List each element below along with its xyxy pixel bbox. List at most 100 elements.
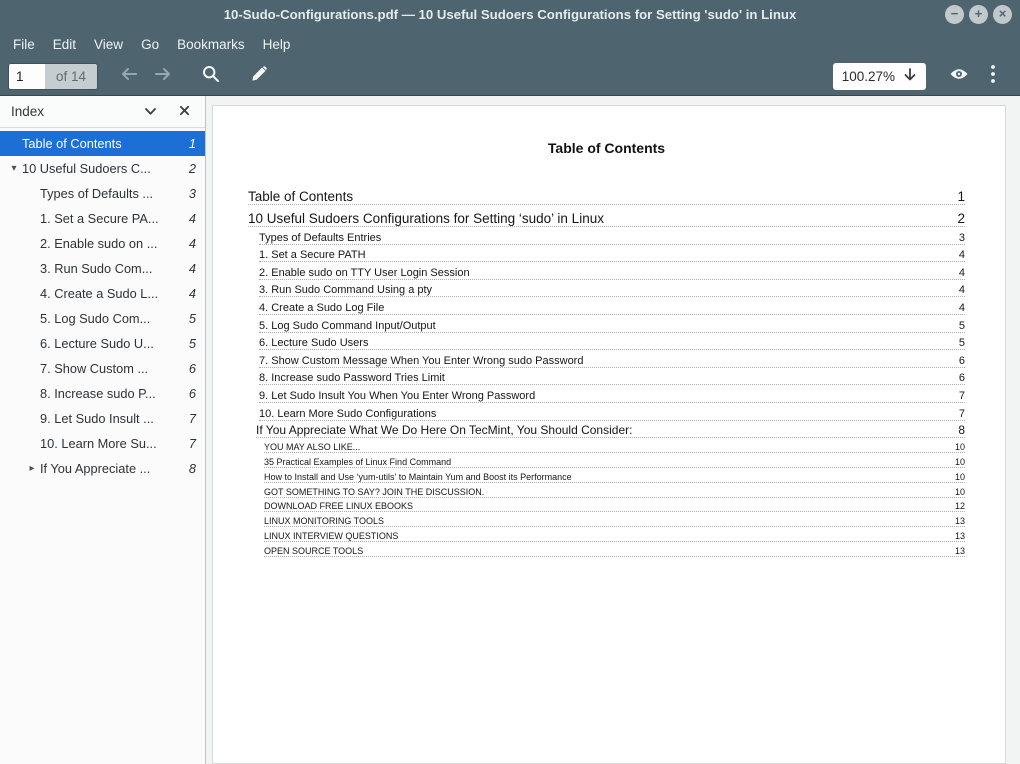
index-item-label: 5. Log Sudo Com... xyxy=(40,311,185,326)
toc-entry[interactable]: If You Appreciate What We Do Here On Tec… xyxy=(256,421,965,439)
toc-entry-title: 10 Useful Sudoers Configurations for Set… xyxy=(248,211,949,226)
previous-page-icon xyxy=(119,66,139,87)
toc-entry[interactable]: 6. Lecture Sudo Users5 xyxy=(259,333,965,351)
menu-edit[interactable]: Edit xyxy=(44,33,85,56)
toc-entry[interactable]: 3. Run Sudo Command Using a pty4 xyxy=(259,280,965,298)
toc-entry[interactable]: OPEN SOURCE TOOLS13 xyxy=(264,542,965,557)
toc-entry[interactable]: DOWNLOAD FREE LINUX EBOOKS12 xyxy=(264,498,965,513)
toc-entry-title: DOWNLOAD FREE LINUX EBOOKS xyxy=(264,501,947,511)
index-item-label: If You Appreciate ... xyxy=(40,461,185,476)
toc-entry[interactable]: 10. Learn More Sudo Configurations7 xyxy=(259,403,965,421)
toc-entry[interactable]: 2. Enable sudo on TTY User Login Session… xyxy=(259,262,965,280)
page-selector: of 14 xyxy=(8,63,98,90)
collapsed-icon[interactable]: ▸ xyxy=(24,463,40,474)
toc-entry[interactable]: 35 Practical Examples of Linux Find Comm… xyxy=(264,453,965,468)
toc-entry[interactable]: 9. Let Sudo Insult You When You Enter Wr… xyxy=(259,385,965,403)
index-item-label: 3. Run Sudo Com... xyxy=(40,261,185,276)
index-tree-item[interactable]: 4. Create a Sudo L...4 xyxy=(0,281,205,306)
toc-entry-page: 3 xyxy=(951,232,965,244)
annotate-button[interactable] xyxy=(242,62,276,92)
toc-entry-page: 4 xyxy=(951,302,965,314)
index-tree-item[interactable]: 7. Show Custom ...6 xyxy=(0,356,205,381)
index-tree-item[interactable]: 3. Run Sudo Com...4 xyxy=(0,256,205,281)
sidebar-view-dropdown-button[interactable] xyxy=(139,101,161,123)
close-button[interactable]: × xyxy=(993,5,1012,24)
toc-entry-page: 13 xyxy=(947,531,965,541)
menu-help[interactable]: Help xyxy=(254,33,300,56)
toc-entry[interactable]: 7. Show Custom Message When You Enter Wr… xyxy=(259,350,965,368)
index-tree-item[interactable]: 6. Lecture Sudo U...5 xyxy=(0,331,205,356)
toc-entry[interactable]: Table of Contents1 xyxy=(248,183,965,205)
toc-entry[interactable]: LINUX MONITORING TOOLS13 xyxy=(264,512,965,527)
zoom-level-value: 100.27% xyxy=(842,69,895,84)
toc-entry-title: 7. Show Custom Message When You Enter Wr… xyxy=(259,355,951,367)
index-tree-item[interactable]: ▸If You Appreciate ...8 xyxy=(0,456,205,481)
index-tree-item[interactable]: 10. Learn More Su...7 xyxy=(0,431,205,456)
toc-entry-page: 8 xyxy=(950,423,965,437)
zoom-level-dropdown[interactable]: 100.27% xyxy=(833,63,926,90)
toc-entry-page: 10 xyxy=(947,487,965,497)
menu-go[interactable]: Go xyxy=(132,33,168,56)
index-tree-item[interactable]: 5. Log Sudo Com...5 xyxy=(0,306,205,331)
index-tree: Table of Contents1▾10 Useful Sudoers C..… xyxy=(0,128,205,481)
chevron-down-icon xyxy=(144,103,157,121)
toc-entry-title: How to Install and Use ‘yum-utils’ to Ma… xyxy=(264,472,947,482)
index-item-label: Table of Contents xyxy=(22,136,185,151)
document-view[interactable]: Table of Contents Table of Contents110 U… xyxy=(206,96,1020,764)
toc-entry[interactable]: 5. Log Sudo Command Input/Output5 xyxy=(259,315,965,333)
menu-file[interactable]: File xyxy=(4,33,44,56)
sidebar-view-selector[interactable]: Index xyxy=(11,104,139,119)
toc-entry-title: 10. Learn More Sudo Configurations xyxy=(259,408,951,420)
page-total-label: of 14 xyxy=(45,64,97,89)
index-tree-item[interactable]: Types of Defaults ...3 xyxy=(0,181,205,206)
toc-entry[interactable]: 8. Increase sudo Password Tries Limit6 xyxy=(259,368,965,386)
menu-view[interactable]: View xyxy=(85,33,132,56)
toc-entry-title: GOT SOMETHING TO SAY? JOIN THE DISCUSSIO… xyxy=(264,487,947,497)
index-tree-item[interactable]: 2. Enable sudo on ...4 xyxy=(0,231,205,256)
index-tree-item[interactable]: Table of Contents1 xyxy=(0,131,205,156)
toc-entry-page: 7 xyxy=(951,408,965,420)
sidebar-close-button[interactable] xyxy=(173,101,195,123)
toc-entry-page: 7 xyxy=(951,390,965,402)
search-button[interactable] xyxy=(194,62,228,92)
toc-entry[interactable]: YOU MAY ALSO LIKE...10 xyxy=(264,438,965,453)
page-number-input[interactable] xyxy=(9,64,45,89)
toc-entry-page: 5 xyxy=(951,337,965,349)
toc-entry[interactable]: Types of Defaults Entries3 xyxy=(259,227,965,245)
kebab-menu-icon xyxy=(990,64,996,89)
pdf-page: Table of Contents Table of Contents110 U… xyxy=(212,105,1006,764)
toc-entry[interactable]: GOT SOMETHING TO SAY? JOIN THE DISCUSSIO… xyxy=(264,483,965,498)
expanded-icon[interactable]: ▾ xyxy=(6,163,22,174)
next-page-button[interactable] xyxy=(146,62,180,92)
toc-entry[interactable]: 1. Set a Secure PATH4 xyxy=(259,245,965,263)
toc-entry[interactable]: 4. Create a Sudo Log File4 xyxy=(259,297,965,315)
previous-page-button[interactable] xyxy=(112,62,146,92)
next-page-icon xyxy=(153,66,173,87)
options-menu-button[interactable] xyxy=(976,62,1010,92)
index-tree-item[interactable]: ▾10 Useful Sudoers C...2 xyxy=(0,156,205,181)
titlebar[interactable]: 10-Sudo-Configurations.pdf — 10 Useful S… xyxy=(0,0,1020,30)
toc-entry-title: LINUX MONITORING TOOLS xyxy=(264,516,947,526)
toc-entry[interactable]: How to Install and Use ‘yum-utils’ to Ma… xyxy=(264,468,965,483)
index-item-page: 8 xyxy=(185,461,205,476)
maximize-button[interactable]: + xyxy=(969,5,988,24)
toc-entry-page: 13 xyxy=(947,516,965,526)
toc-entry[interactable]: LINUX INTERVIEW QUESTIONS13 xyxy=(264,527,965,542)
toc-entry-page: 10 xyxy=(947,472,965,482)
menu-bookmarks[interactable]: Bookmarks xyxy=(168,33,254,56)
toc-entry-page: 5 xyxy=(951,320,965,332)
index-item-label: 9. Let Sudo Insult ... xyxy=(40,411,185,426)
document-toc-list: Table of Contents1 10 Useful Sudoers Conf… xyxy=(248,183,965,557)
toc-entry-title: 6. Lecture Sudo Users xyxy=(259,337,951,349)
toc-entry[interactable]: 10 Useful Sudoers Configurations for Set… xyxy=(248,205,965,227)
toc-entry-page: 10 xyxy=(947,442,965,452)
view-toggle-button[interactable] xyxy=(942,62,976,92)
index-tree-item[interactable]: 9. Let Sudo Insult ...7 xyxy=(0,406,205,431)
index-tree-item[interactable]: 8. Increase sudo P...6 xyxy=(0,381,205,406)
minimize-button[interactable]: − xyxy=(945,5,964,24)
toc-entry-page: 2 xyxy=(949,211,965,226)
index-tree-item[interactable]: 1. Set a Secure PA...4 xyxy=(0,206,205,231)
toc-entry-page: 6 xyxy=(951,372,965,384)
toc-entry-title: YOU MAY ALSO LIKE... xyxy=(264,442,947,452)
index-item-label: 4. Create a Sudo L... xyxy=(40,286,185,301)
